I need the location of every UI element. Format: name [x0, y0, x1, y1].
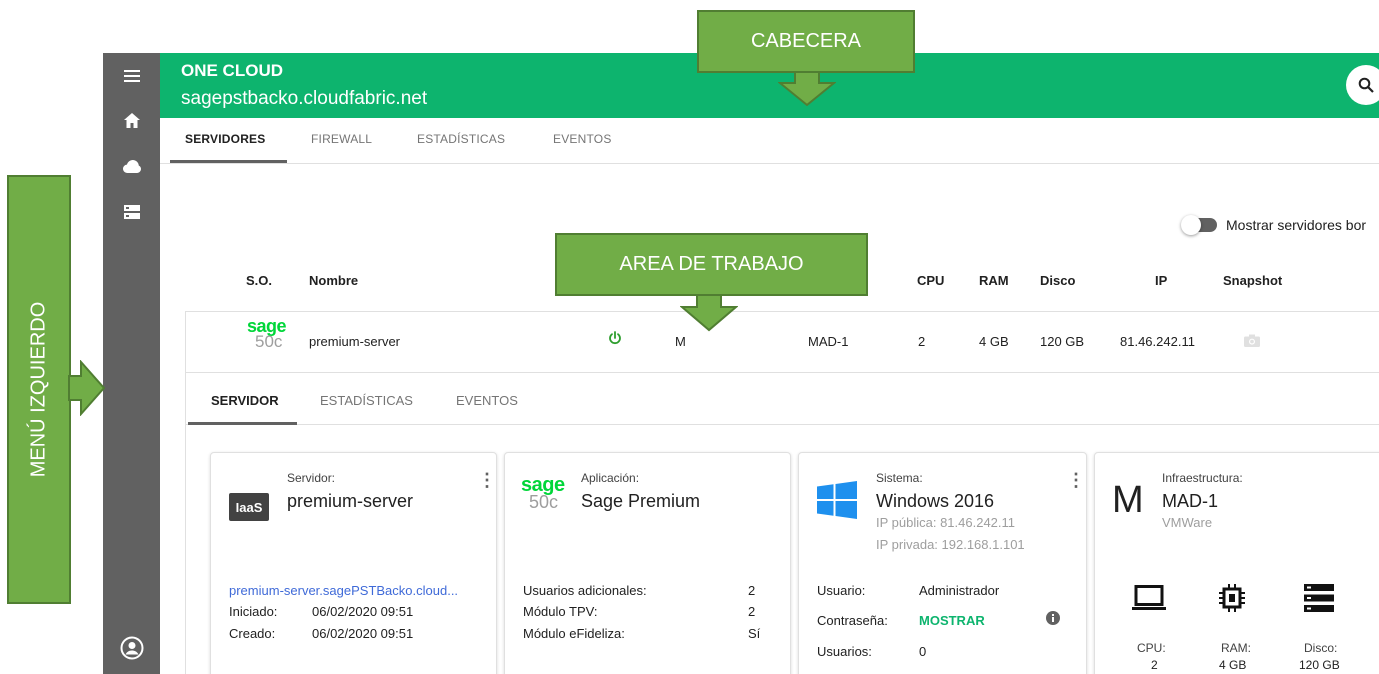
server-ip: 81.46.242.11 — [1120, 334, 1195, 349]
left-sidebar — [103, 53, 160, 674]
laptop-icon — [1132, 585, 1166, 616]
workarea-annotation-arrow — [680, 294, 738, 332]
server-cpu: 2 — [918, 334, 926, 349]
workarea-annotation: AREA DE TRABAJO — [555, 233, 868, 296]
server-card-title: premium-server — [287, 491, 414, 511]
server-disk: 120 GB — [1040, 334, 1085, 349]
system-card: Sistema: Windows 2016 IP pública: 81.46.… — [798, 452, 1087, 674]
tab-firewall[interactable]: FIREWALL — [311, 132, 372, 146]
app-row-value: Sí — [748, 626, 761, 641]
infra-cpu-label: CPU: — [1137, 641, 1166, 655]
infra-disk-label: Disco: — [1304, 641, 1338, 655]
tab-servidores[interactable]: SERVIDORES — [185, 132, 265, 146]
app-sage-logo: sage 50c — [521, 474, 565, 512]
power-on-icon[interactable] — [608, 331, 622, 350]
memory-chip-icon — [1219, 584, 1245, 617]
col-header-nombre[interactable]: Nombre — [309, 273, 358, 288]
col-header-ram[interactable]: RAM — [979, 273, 1009, 288]
col-header-disco[interactable]: Disco — [1040, 273, 1075, 288]
users-label: Usuarios: — [817, 644, 872, 659]
app-row-value: 2 — [748, 583, 756, 598]
home-icon[interactable] — [103, 105, 160, 135]
server-url-link[interactable]: premium-server.sagePSTBacko.cloud... — [229, 583, 458, 598]
server-card: IaaS Servidor: premium-server ⋮ premium-… — [210, 452, 497, 674]
app-row-label: Usuarios adicionales: — [523, 583, 647, 598]
windows-logo-icon — [817, 481, 857, 524]
infrastructure-card: M Infraestructura: MAD-1 VMWare CPU: 2 R… — [1094, 452, 1379, 674]
public-ip: IP pública: 81.46.242.11 — [876, 515, 1016, 530]
header-annotation: CABECERA — [697, 10, 915, 73]
show-deleted-toggle-row: Mostrar servidores bor — [1181, 215, 1367, 235]
tab-estadisticas[interactable]: ESTADÍSTICAS — [417, 132, 505, 146]
infra-size-letter: M — [1112, 479, 1144, 521]
storage-icon — [1304, 584, 1334, 617]
col-header-ip[interactable]: IP — [1155, 273, 1167, 288]
app-row-label: Módulo eFideliza: — [523, 626, 625, 641]
app-row-label: Módulo TPV: — [523, 604, 598, 619]
detail-tabs: SERVIDOR ESTADÍSTICAS EVENTOS — [186, 373, 1379, 425]
app-card-title: Sage Premium — [581, 491, 701, 511]
search-icon — [1358, 77, 1374, 93]
server-card-label: Servidor: — [287, 471, 336, 485]
infra-ram-value: 4 GB — [1219, 658, 1247, 672]
detail-active-tab-indicator — [188, 422, 297, 425]
os-sage-logo: sage 50c — [247, 316, 287, 351]
iaas-badge: IaaS — [229, 493, 269, 521]
app-root: ONE CLOUD sagepstbacko.cloudfabric.net S… — [0, 0, 1379, 674]
app-card-label: Aplicación: — [581, 471, 640, 485]
left-menu-annotation-arrow — [68, 360, 106, 416]
show-deleted-toggle[interactable] — [1181, 215, 1217, 235]
infra-ram-label: RAM: — [1221, 641, 1251, 655]
brand-title: ONE CLOUD — [181, 61, 283, 80]
created-label: Creado: — [229, 626, 276, 641]
info-icon[interactable] — [1046, 611, 1060, 630]
tab-servidor[interactable]: SERVIDOR — [211, 393, 279, 408]
search-button[interactable] — [1346, 65, 1379, 105]
server-size: M — [675, 334, 686, 349]
server-location: MAD-1 — [808, 334, 849, 349]
cloud-icon[interactable] — [103, 151, 160, 181]
header-annotation-arrow — [778, 71, 836, 107]
infra-disk-value: 120 GB — [1299, 658, 1340, 672]
col-header-snapshot[interactable]: Snapshot — [1223, 273, 1282, 288]
app-row-value: 2 — [748, 604, 756, 619]
users-value: 0 — [919, 644, 927, 659]
col-header-cpu[interactable]: CPU — [917, 273, 944, 288]
infra-card-label: Infraestructura: — [1162, 471, 1243, 485]
more-vert-icon[interactable]: ⋮ — [478, 471, 496, 489]
servers-icon[interactable] — [103, 197, 160, 227]
password-label: Contraseña: — [817, 613, 888, 628]
tab-detail-eventos[interactable]: EVENTOS — [456, 393, 518, 408]
created-value: 06/02/2020 09:51 — [312, 626, 414, 641]
infra-card-subtitle: VMWare — [1162, 515, 1213, 530]
show-deleted-label: Mostrar servidores bor — [1226, 217, 1367, 233]
tab-eventos[interactable]: EVENTOS — [553, 132, 612, 146]
server-name: premium-server — [309, 334, 401, 349]
private-ip: IP privada: 192.168.1.101 — [876, 537, 1025, 552]
server-ram: 4 GB — [979, 334, 1009, 349]
system-card-label: Sistema: — [876, 471, 923, 485]
user-value: Administrador — [919, 583, 1000, 598]
infra-cpu-value: 2 — [1151, 658, 1158, 672]
tab-detail-estadisticas[interactable]: ESTADÍSTICAS — [320, 393, 413, 408]
show-password-button[interactable]: MOSTRAR — [919, 613, 985, 628]
started-value: 06/02/2020 09:51 — [312, 604, 414, 619]
col-header-so[interactable]: S.O. — [246, 273, 272, 288]
system-card-title: Windows 2016 — [876, 491, 995, 511]
left-menu-annotation: MENÚ IZQUIERDO — [7, 175, 71, 604]
more-vert-icon[interactable]: ⋮ — [1067, 471, 1085, 489]
snapshot-camera-icon[interactable] — [1244, 334, 1260, 352]
menu-icon[interactable] — [103, 61, 160, 91]
application-card: sage 50c Aplicación: Sage Premium Usuari… — [504, 452, 791, 674]
host-name: sagepstbacko.cloudfabric.net — [181, 88, 428, 109]
user-label: Usuario: — [817, 583, 866, 598]
active-tab-indicator — [170, 160, 287, 163]
started-label: Iniciado: — [229, 604, 278, 619]
infra-card-title: MAD-1 — [1162, 491, 1219, 511]
user-account-icon[interactable] — [103, 633, 160, 663]
main-tabs: SERVIDORES FIREWALL ESTADÍSTICAS EVENTOS — [160, 118, 1379, 164]
